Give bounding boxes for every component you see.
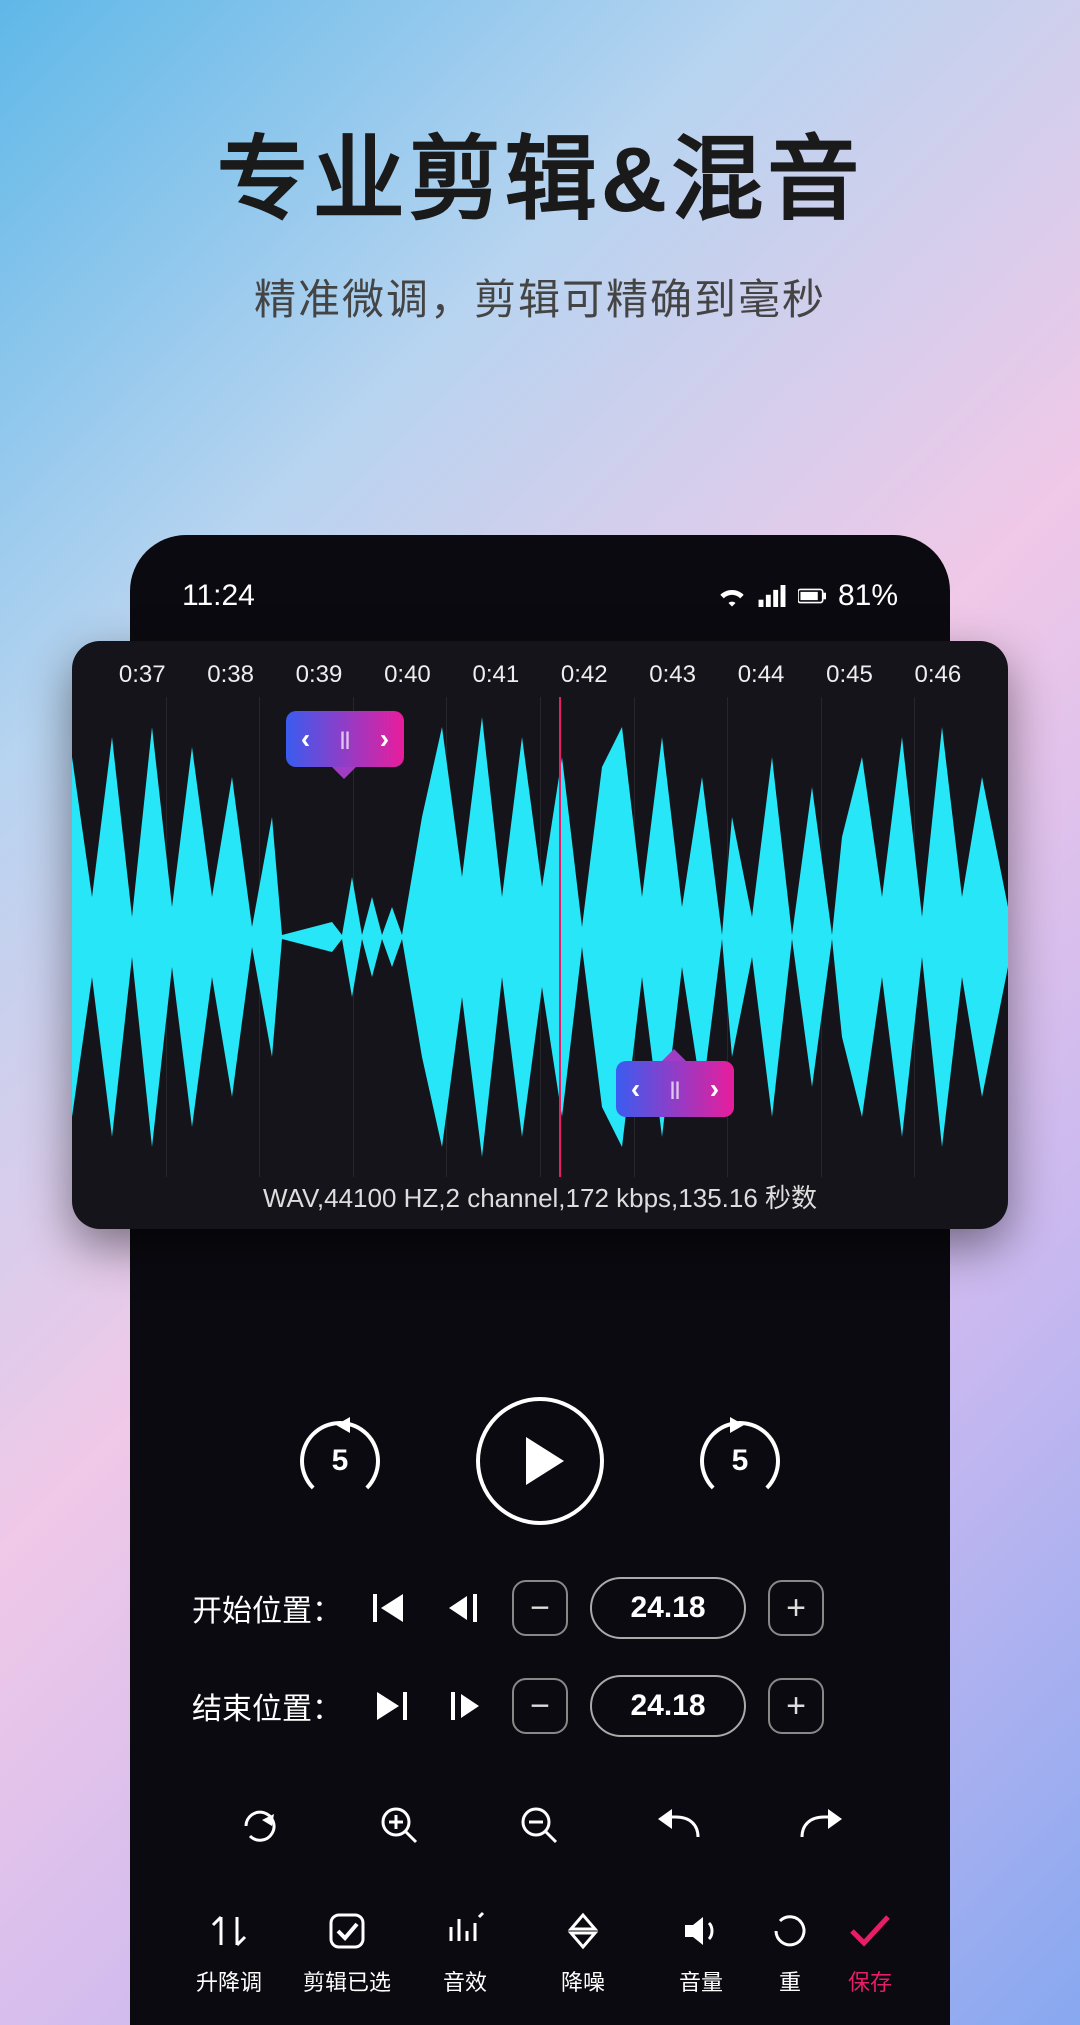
tick: 0:46 — [894, 661, 982, 689]
volume-icon — [677, 1907, 725, 1955]
tick: 0:38 — [186, 661, 274, 689]
tab-label: 音效 — [443, 1965, 487, 1997]
tool-row — [170, 1797, 910, 1855]
playhead[interactable] — [559, 697, 561, 1177]
zoom-out-button[interactable] — [511, 1797, 569, 1855]
tick: 0:42 — [540, 661, 628, 689]
denoise-icon — [559, 1907, 607, 1955]
bottom-tabs: 升降调 剪辑已选 音效 降噪 音量 重 保存 — [170, 1907, 910, 1997]
redo-button[interactable] — [791, 1797, 849, 1855]
checkbox-icon — [323, 1907, 371, 1955]
tab-effects[interactable]: 音效 — [406, 1907, 524, 1997]
equalizer-icon — [441, 1907, 489, 1955]
tick: 0:43 — [628, 661, 716, 689]
hero-title: 专业剪辑&混音 — [0, 105, 1080, 238]
tab-label: 降噪 — [561, 1965, 605, 1997]
grip-icon: || — [340, 729, 350, 750]
time-ruler: 0:37 0:38 0:39 0:40 0:41 0:42 0:43 0:44 … — [72, 641, 1008, 689]
status-bar: 11:24 81% — [170, 563, 910, 637]
refresh-button[interactable] — [231, 1797, 289, 1855]
audio-info: WAV,44100 HZ,2 channel,172 kbps,135.16 秒… — [72, 1178, 1008, 1215]
tab-label: 升降调 — [196, 1965, 262, 1997]
start-decrement-button[interactable]: − — [512, 1580, 568, 1636]
rewind-5-button[interactable]: 5 — [300, 1421, 380, 1501]
chevron-left-icon: ‹ — [631, 1073, 640, 1105]
start-position-label: 开始位置： — [186, 1586, 342, 1630]
signal-icon — [758, 585, 786, 607]
tab-reset[interactable]: 重 — [760, 1907, 820, 1997]
end-increment-button[interactable]: + — [768, 1678, 824, 1734]
play-icon — [526, 1437, 564, 1485]
tab-volume[interactable]: 音量 — [642, 1907, 760, 1997]
tab-denoise[interactable]: 降噪 — [524, 1907, 642, 1997]
chevron-right-icon: › — [380, 723, 389, 755]
start-position-row: 开始位置： − 24.18 + — [170, 1577, 910, 1639]
set-start-here-button[interactable] — [438, 1582, 490, 1634]
end-position-label: 结束位置： — [186, 1684, 342, 1728]
check-icon — [846, 1907, 894, 1955]
set-end-here-button[interactable] — [438, 1680, 490, 1732]
tick: 0:37 — [98, 661, 186, 689]
start-handle[interactable]: ‹ || › — [286, 711, 404, 767]
tab-label: 剪辑已选 — [303, 1965, 391, 1997]
undo-button[interactable] — [651, 1797, 709, 1855]
reset-icon — [766, 1907, 814, 1955]
skip-to-end-button[interactable] — [364, 1680, 416, 1732]
end-position-value[interactable]: 24.18 — [590, 1675, 746, 1737]
tick: 0:39 — [275, 661, 363, 689]
tab-label: 音量 — [679, 1965, 723, 1997]
play-button[interactable] — [476, 1397, 604, 1525]
start-position-value[interactable]: 24.18 — [590, 1577, 746, 1639]
start-increment-button[interactable]: + — [768, 1580, 824, 1636]
waveform-svg — [72, 697, 1008, 1177]
chevron-left-icon: ‹ — [301, 723, 310, 755]
status-time: 11:24 — [182, 579, 255, 613]
grip-icon: || — [670, 1079, 680, 1100]
tab-pitch[interactable]: 升降调 — [170, 1907, 288, 1997]
transport-controls: 5 5 — [170, 1397, 910, 1525]
waveform-area[interactable]: ‹ || › ‹ || › — [72, 697, 1008, 1177]
hero-subtitle: 精准微调，剪辑可精确到毫秒 — [0, 266, 1080, 327]
end-position-row: 结束位置： − 24.18 + — [170, 1675, 910, 1737]
battery-icon — [798, 585, 826, 607]
tick: 0:45 — [805, 661, 893, 689]
tab-save[interactable]: 保存 — [820, 1907, 910, 1997]
tick: 0:44 — [717, 661, 805, 689]
tick: 0:40 — [363, 661, 451, 689]
zoom-in-button[interactable] — [371, 1797, 429, 1855]
tab-cut-selected[interactable]: 剪辑已选 — [288, 1907, 406, 1997]
pitch-icon — [205, 1907, 253, 1955]
tab-label: 重 — [779, 1965, 801, 1997]
tick: 0:41 — [452, 661, 540, 689]
end-decrement-button[interactable]: − — [512, 1678, 568, 1734]
waveform-panel[interactable]: 0:37 0:38 0:39 0:40 0:41 0:42 0:43 0:44 … — [72, 641, 1008, 1229]
rewind-seconds: 5 — [300, 1421, 380, 1501]
chevron-right-icon: › — [710, 1073, 719, 1105]
skip-to-start-button[interactable] — [364, 1582, 416, 1634]
wifi-icon — [718, 585, 746, 607]
end-handle[interactable]: ‹ || › — [616, 1061, 734, 1117]
forward-seconds: 5 — [700, 1421, 780, 1501]
tab-label: 保存 — [848, 1965, 892, 1997]
forward-5-button[interactable]: 5 — [700, 1421, 780, 1501]
status-battery: 81% — [838, 579, 898, 613]
